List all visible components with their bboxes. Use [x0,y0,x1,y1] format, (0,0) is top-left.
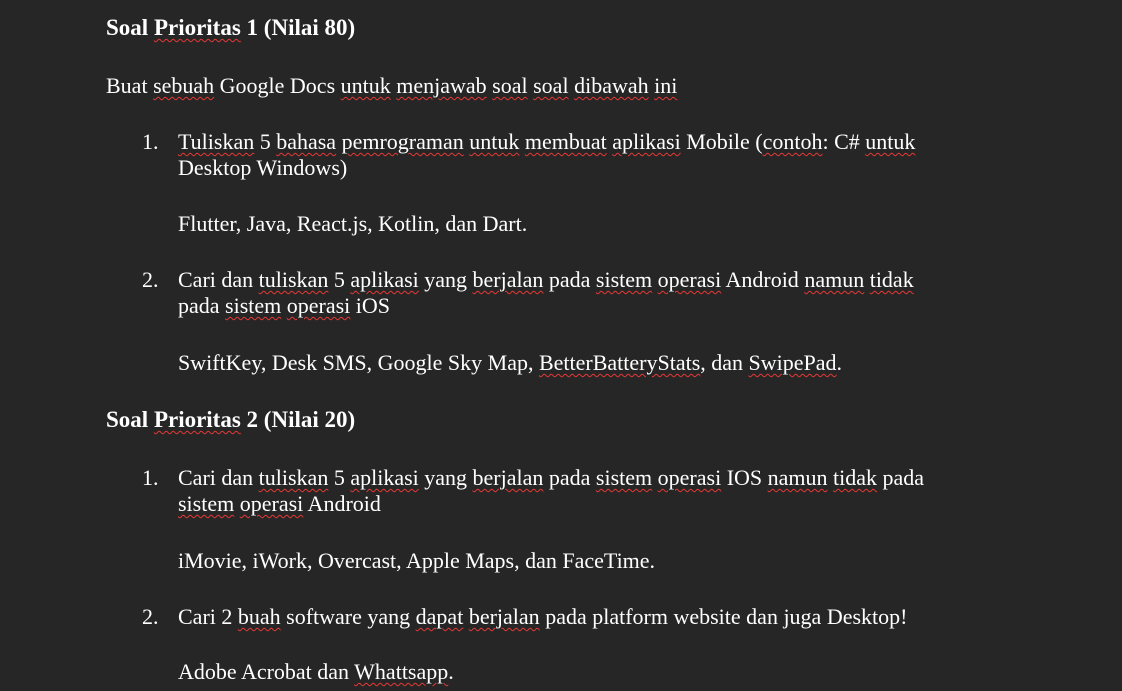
text-run: Android [303,491,381,516]
text-run-misspelled: Whattsapp [354,659,449,684]
text-run-misspelled: buah [237,604,281,629]
intro-word-misspelled: soal [492,73,528,98]
text-run-misspelled: membuat [524,129,607,154]
text-run: pada [543,267,596,292]
question-line: Desktop Windows) [178,155,348,180]
question-line: pada sistem operasi iOS [178,293,1008,319]
question-3-text: Cari dan tuliskan 5 aplikasi yang berjal… [178,465,1008,517]
question-line: Cari dan tuliskan 5 aplikasi yang berjal… [178,465,1008,491]
text-run: Adobe Acrobat dan [178,659,355,684]
text-run: Android [721,267,805,292]
heading-word-misspelled: Prioritas [153,15,241,40]
text-run: 5 [254,129,277,154]
text-run-misspelled: sistem [225,293,282,318]
text-run: SwiftKey, Desk SMS, Google Sky Map, [178,350,539,375]
question-line: Cari 2 buah software yang dapat berjalan… [178,604,1008,630]
text-run-misspelled: namun [767,465,828,490]
text-run-misspelled: berjalan [472,465,544,490]
question-4-text: Cari 2 buah software yang dapat berjalan… [178,604,1008,630]
text-run-misspelled: berjalan [472,267,544,292]
heading-word: Soal [106,407,149,432]
text-run-misspelled: tidak [833,465,878,490]
text-run-misspelled: aplikasi [350,465,419,490]
text-run: 5 [328,267,351,292]
intro-word-misspelled: dibawah [574,73,649,98]
text-run-misspelled: bahasa [276,129,337,154]
heading-word: 2 (Nilai 20) [246,407,356,432]
heading-word-misspelled: Prioritas [153,407,241,432]
question-line: Cari dan tuliskan 5 aplikasi yang berjal… [178,267,1008,293]
list-number: 1. [142,129,159,154]
text-run-misspelled: berjalan [468,604,540,629]
text-run-misspelled: aplikasi [612,129,681,154]
intro-paragraph: Buat sebuah Google Docs untuk menjawab s… [106,73,677,99]
intro-word-misspelled: soal [533,73,569,98]
text-run-misspelled: operasi [657,267,722,292]
text-run-misspelled: tidak [869,267,914,292]
text-run: iOS [350,293,391,318]
text-run: pada platform website dan juga Desktop! [539,604,908,629]
text-run-misspelled: tuliskan [258,465,329,490]
section-heading-1: Soal Prioritas 1 (Nilai 80) [106,15,355,41]
question-line: sistem operasi Android [178,491,1008,517]
text-run: , dan [700,350,749,375]
text-run: yang [418,267,473,292]
text-run-misspelled: namun [804,267,865,292]
intro-word: Google Docs [219,73,336,98]
intro-word-misspelled: sebuah [153,73,215,98]
intro-word-misspelled: untuk [340,73,391,98]
text-run: Cari dan [178,465,259,490]
section-heading-2: Soal Prioritas 2 (Nilai 20) [106,407,355,433]
text-run: IOS [721,465,768,490]
text-run-misspelled: SwipePad [748,350,837,375]
text-run-misspelled: sistem [178,491,235,516]
text-run: Cari 2 [178,604,238,629]
text-run: yang [418,465,473,490]
question-1-text: Tuliskan 5 bahasa pemrograman untuk memb… [178,129,1008,181]
text-run-misspelled: contoh [762,129,823,154]
text-run: 5 [328,465,351,490]
intro-word-misspelled: menjawab [396,73,487,98]
text-run: software yang [280,604,416,629]
heading-word: 1 (Nilai 80) [246,15,356,40]
text-run-misspelled: operasi [286,293,351,318]
list-number: 1. [142,465,159,490]
text-run: Mobile ( [680,129,763,154]
answer-1: Flutter, Java, React.js, Kotlin, dan Dar… [178,211,528,236]
question-2-text: Cari dan tuliskan 5 aplikasi yang berjal… [178,267,1008,319]
text-run-misspelled: tuliskan [258,267,329,292]
list-number: 2. [142,267,159,292]
intro-word: Buat [106,73,148,98]
text-run: . [448,659,454,684]
text-run-misspelled: BetterBatteryStats [538,350,701,375]
answer-3: iMovie, iWork, Overcast, Apple Maps, dan… [178,548,656,573]
heading-word: Soal [106,15,149,40]
text-run: . [836,350,843,375]
text-run-misspelled: untuk [469,129,520,154]
text-run-misspelled: untuk [865,129,916,154]
text-run: : C# [822,129,866,154]
text-run: pada [543,465,596,490]
list-number: 2. [142,604,159,629]
text-run-misspelled: aplikasi [350,267,419,292]
text-run-misspelled: operasi [657,465,722,490]
text-run-misspelled: pemrograman [341,129,464,154]
answer-2: SwiftKey, Desk SMS, Google Sky Map, Bett… [178,350,842,376]
text-run-misspelled: dapat [415,604,464,629]
text-run-misspelled: Tuliskan [178,129,255,154]
question-line: Tuliskan 5 bahasa pemrograman untuk memb… [178,129,1008,155]
text-run-misspelled: operasi [239,491,304,516]
text-run: Cari dan [178,267,259,292]
text-run-misspelled: sistem [595,267,653,292]
text-run: pada [178,293,226,318]
text-run: pada [877,465,925,490]
answer-4: Adobe Acrobat dan Whattsapp. [178,659,454,685]
text-run-misspelled: sistem [595,465,653,490]
intro-word-misspelled: ini [654,73,678,98]
